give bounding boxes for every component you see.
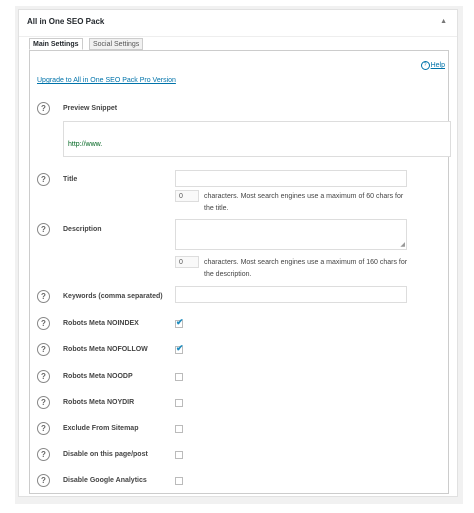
help-label: Help: [430, 62, 445, 69]
noydir-label: Robots Meta NOYDIR: [63, 399, 135, 406]
preview-snippet-label: Preview Snippet: [63, 105, 118, 112]
keywords-label: Keywords (comma separated): [63, 293, 163, 300]
noodp-label: Robots Meta NOODP: [63, 373, 133, 380]
metabox-title: All in One SEO Pack: [27, 17, 105, 26]
title-input[interactable]: [175, 170, 407, 187]
resize-grip-icon[interactable]: ◢: [400, 241, 405, 248]
snippet-url: http://www.: [68, 141, 103, 148]
disable-page-checkbox[interactable]: [175, 451, 183, 459]
help-icon: ?: [420, 61, 430, 70]
tab-social-settings[interactable]: Social Settings: [89, 38, 144, 50]
keywords-input[interactable]: [175, 286, 407, 303]
title-length-note: characters. Most search engines use a ma…: [204, 193, 404, 212]
exclude-sitemap-checkbox[interactable]: [175, 425, 183, 433]
preview-snippet-box: http://www.: [63, 121, 451, 157]
title-char-counter: 0: [175, 190, 199, 202]
upgrade-pro-link[interactable]: Upgrade to All in One SEO Pack Pro Versi…: [37, 77, 176, 84]
question-icon[interactable]: ?: [37, 290, 50, 303]
check-icon: ✔: [176, 343, 184, 353]
main-settings-panel: ? Help Upgrade to All in One SEO Pack Pr…: [29, 50, 451, 494]
exclude-sitemap-label: Exclude From Sitemap: [63, 425, 139, 432]
noindex-label: Robots Meta NOINDEX: [63, 320, 139, 327]
question-icon[interactable]: ?: [37, 223, 50, 236]
description-char-counter: 0: [175, 256, 199, 268]
tab-main-settings[interactable]: Main Settings: [29, 38, 83, 50]
noindex-checkbox[interactable]: ✔: [175, 317, 184, 328]
seo-metabox: All in One SEO Pack ▲ Main Settings Soci…: [18, 9, 458, 497]
question-icon[interactable]: ?: [37, 343, 50, 356]
question-icon[interactable]: ?: [37, 422, 50, 435]
noydir-checkbox[interactable]: [175, 399, 183, 407]
question-icon[interactable]: ?: [37, 448, 50, 461]
question-icon[interactable]: ?: [37, 317, 50, 330]
question-icon[interactable]: ?: [37, 173, 50, 186]
check-icon: ✔: [176, 317, 184, 327]
question-icon[interactable]: ?: [37, 370, 50, 383]
description-label: Description: [63, 226, 102, 233]
disable-page-label: Disable on this page/post: [63, 451, 148, 458]
metabox-header: All in One SEO Pack ▲: [19, 10, 457, 37]
noodp-checkbox[interactable]: [175, 373, 183, 381]
collapse-toggle-icon[interactable]: ▲: [440, 18, 447, 25]
question-icon[interactable]: ?: [37, 474, 50, 487]
disable-analytics-label: Disable Google Analytics: [63, 477, 147, 484]
nofollow-checkbox[interactable]: ✔: [175, 343, 184, 354]
nofollow-label: Robots Meta NOFOLLOW: [63, 346, 148, 353]
title-label: Title: [63, 176, 78, 183]
question-icon[interactable]: ?: [37, 102, 50, 115]
question-icon[interactable]: ?: [37, 396, 50, 409]
disable-analytics-checkbox[interactable]: [175, 477, 183, 485]
description-length-note: characters. Most search engines use a ma…: [204, 259, 408, 278]
description-textarea[interactable]: ◢: [175, 219, 407, 250]
help-link[interactable]: ? Help: [420, 61, 445, 70]
